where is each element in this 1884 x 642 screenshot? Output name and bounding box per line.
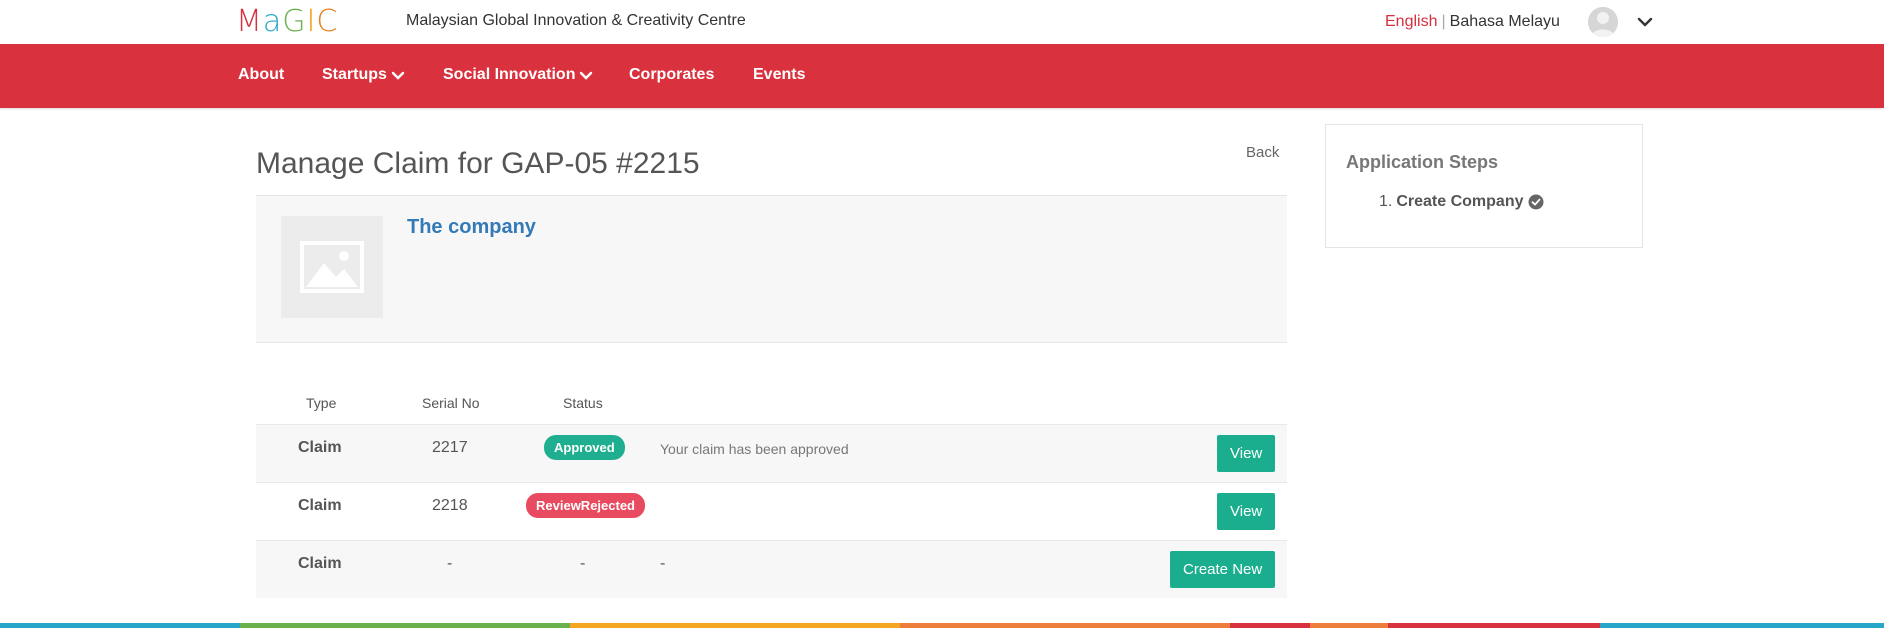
nav-item-label: Startups (322, 66, 387, 83)
strip-segment (570, 623, 900, 628)
strip-segment (0, 623, 240, 628)
create-new-button[interactable]: Create New (1170, 551, 1276, 588)
lang-english-link[interactable]: English (1385, 13, 1437, 30)
step-number: 1. (1379, 193, 1393, 210)
top-header: MaGIC Malaysian Global Innovation & Crea… (0, 0, 1884, 44)
chevron-down-icon (391, 71, 405, 80)
nav-item-corporates[interactable]: Corporates (629, 66, 714, 84)
user-icon (1588, 7, 1618, 37)
table-header-serial: Serial No (422, 395, 480, 411)
nav-item-label: Events (753, 66, 806, 83)
back-link[interactable]: Back (1246, 144, 1279, 161)
avatar[interactable] (1588, 7, 1618, 37)
org-name: Malaysian Global Innovation & Creativity… (406, 12, 746, 29)
page-title: Manage Claim for GAP-05 #2215 (256, 147, 700, 180)
company-panel: The company (256, 195, 1287, 343)
table-header-status: Status (563, 395, 603, 411)
nav-item-events[interactable]: Events (753, 66, 805, 84)
strip-segment (1600, 623, 1884, 628)
nav-item-label: Corporates (629, 66, 715, 83)
status-note: - (660, 555, 666, 572)
company-logo-placeholder (281, 216, 383, 318)
table-header-type: Type (306, 395, 337, 411)
strip-segment (1230, 623, 1310, 628)
lang-malay-link[interactable]: Bahasa Melayu (1450, 13, 1560, 30)
strip-segment (1310, 623, 1388, 628)
claim-type: Claim (298, 497, 342, 514)
status-value: - (580, 555, 586, 572)
claim-type: Claim (298, 439, 342, 456)
application-steps-panel: Application Steps 1. Create Company (1325, 124, 1643, 248)
status-badge: Approved (544, 435, 625, 460)
nav-item-label: About (238, 66, 285, 83)
main-nav: About Startups Social Innovation Corpora… (0, 44, 1884, 108)
step-item: 1. Create Company (1379, 193, 1544, 211)
strip-segment (240, 623, 570, 628)
lang-separator: | (1441, 13, 1446, 30)
strip-segment (1388, 623, 1600, 628)
chevron-down-icon[interactable] (1636, 13, 1654, 31)
language-switcher: English | Bahasa Melayu (1385, 13, 1560, 31)
magic-logo[interactable]: MaGIC (236, 4, 339, 39)
table-row: Claim - - - Create New (256, 540, 1287, 598)
nav-item-social-innovation[interactable]: Social Innovation (443, 66, 593, 84)
nav-item-startups[interactable]: Startups (322, 66, 405, 84)
footer-color-strip (0, 623, 1884, 628)
view-button[interactable]: View (1217, 435, 1276, 472)
status-note: Your claim has been approved (660, 441, 849, 457)
check-circle-icon (1528, 194, 1543, 210)
application-steps-title: Application Steps (1346, 152, 1499, 172)
logo-wordmark: MaGIC (236, 4, 339, 39)
table-row: Claim 2217 Approved Your claim has been … (256, 424, 1287, 482)
view-button[interactable]: View (1217, 493, 1276, 530)
claim-type: Claim (298, 555, 342, 572)
serial-number: - (447, 555, 453, 572)
serial-number: 2217 (432, 439, 468, 456)
company-name-link[interactable]: The company (407, 216, 536, 239)
chevron-down-icon (580, 71, 593, 80)
strip-segment (900, 623, 1230, 628)
step-label: Create Company (1396, 193, 1524, 210)
serial-number: 2218 (432, 497, 468, 514)
table-row: Claim 2218 ReviewRejected View (256, 482, 1287, 540)
nav-item-label: Social Innovation (443, 66, 576, 83)
nav-item-about[interactable]: About (238, 66, 284, 84)
image-placeholder-icon (300, 241, 364, 293)
status-badge: ReviewRejected (526, 493, 645, 518)
